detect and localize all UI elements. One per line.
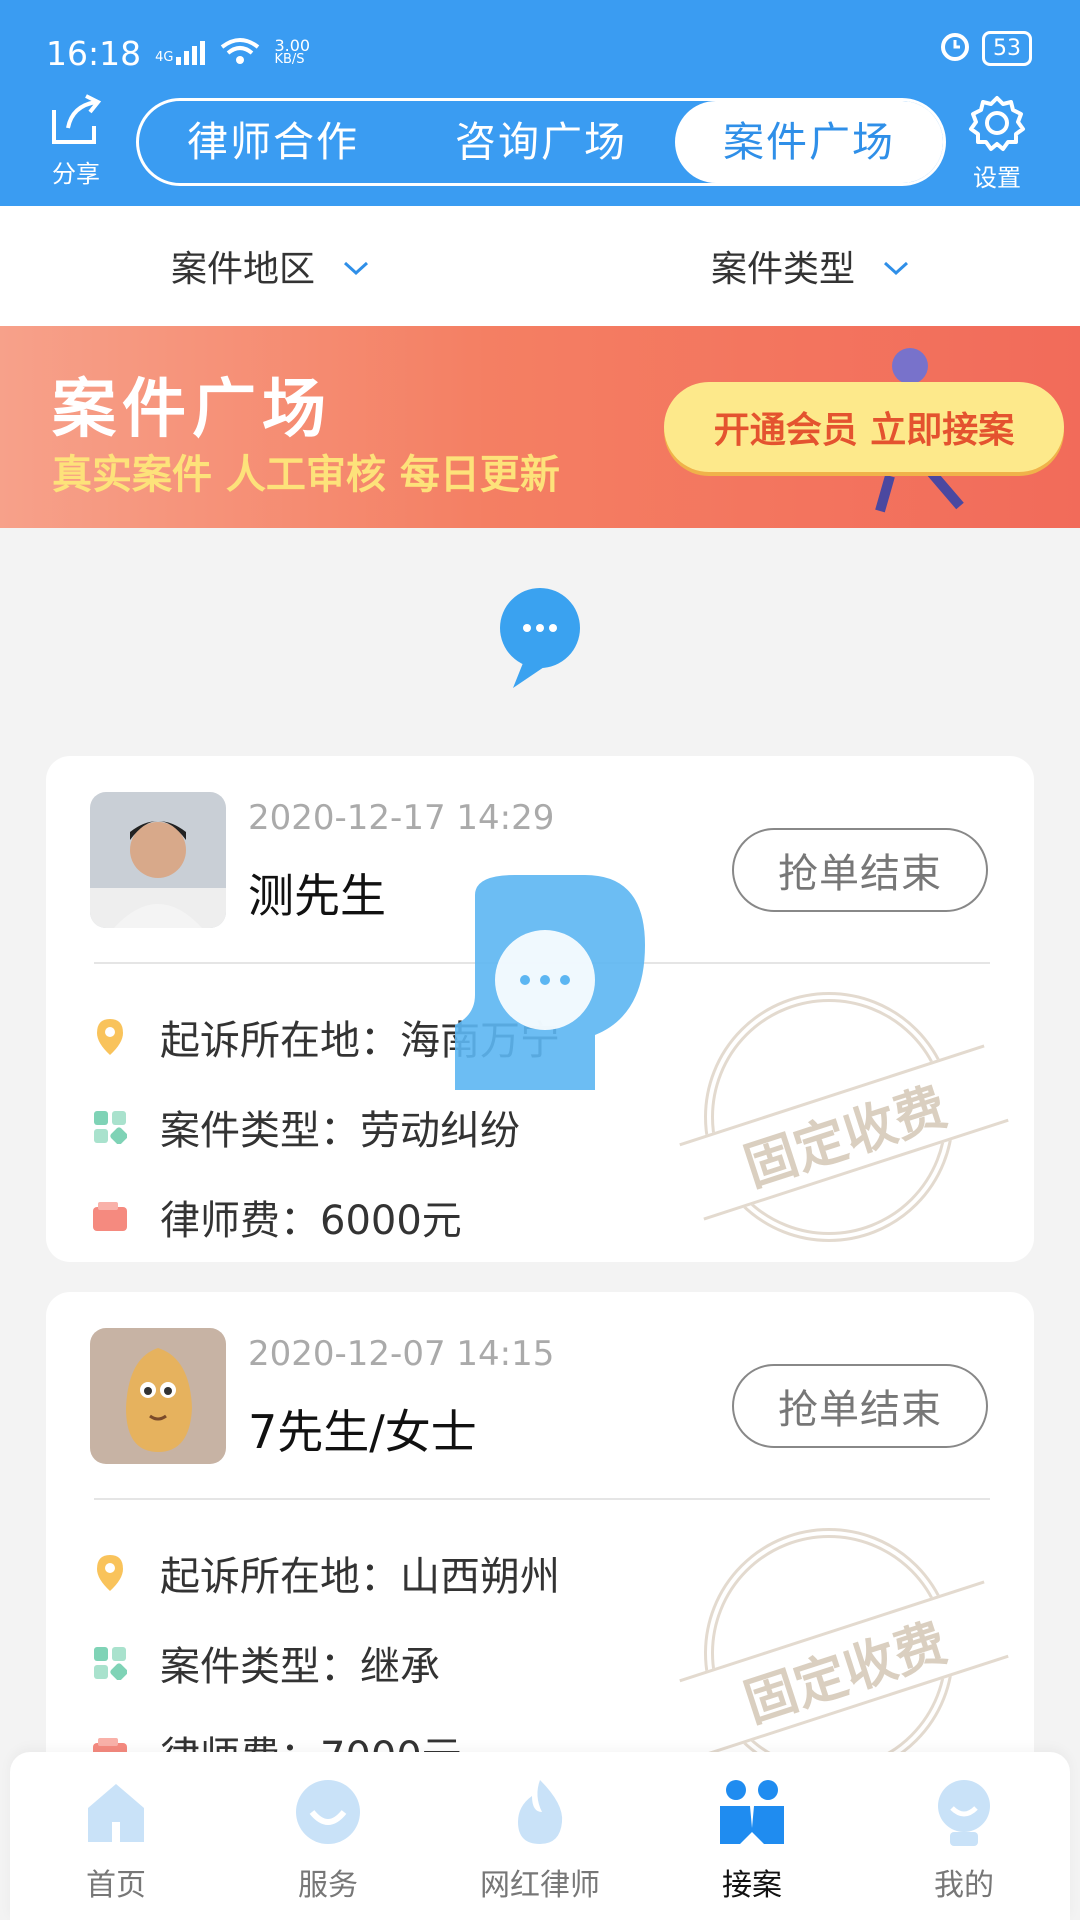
grab-ended-button[interactable]: 抢单结束	[732, 1364, 988, 1448]
stamp: 固定收费	[679, 1528, 1009, 1778]
wallet-icon	[90, 1197, 130, 1237]
status-bar-right: 53	[938, 28, 1032, 68]
loading-bubble-icon	[455, 875, 645, 1090]
grab-ended-button[interactable]: 抢单结束	[732, 828, 988, 912]
status-time: 16:18	[46, 33, 142, 73]
banner-title: 案件广场	[52, 373, 332, 447]
tab-consult-square[interactable]: 咨询广场	[407, 101, 675, 183]
user-icon	[938, 1780, 990, 1846]
filter-bar: 案件地区 案件类型	[0, 206, 1080, 326]
network-speed: 3.00 KB/S	[274, 36, 311, 67]
tab-home-label: 首页	[86, 1868, 146, 1903]
segment-control: 律师合作 咨询广场 案件广场	[136, 98, 946, 186]
chevron-down-icon	[343, 249, 369, 284]
avatar	[90, 1328, 226, 1464]
case-type: 案件类型：劳动纠纷	[160, 1108, 520, 1154]
tab-take-case[interactable]: 接案	[646, 1752, 858, 1920]
category-icon	[90, 1107, 130, 1147]
smile-icon	[296, 1780, 360, 1844]
tab-lawyer-cooperation[interactable]: 律师合作	[139, 101, 407, 183]
location-pin-icon	[90, 1553, 130, 1593]
settings-button[interactable]: 设置	[962, 94, 1032, 193]
app-header: 16:18 4G 3.00 KB/S 53 分享 律师合作 咨询广场 案件广场	[0, 0, 1080, 206]
signal-icon: 4G	[155, 41, 206, 65]
tab-case-square[interactable]: 案件广场	[675, 101, 943, 183]
tab-service[interactable]: 服务	[222, 1752, 434, 1920]
case-type-row: 案件类型：劳动纠纷	[90, 1098, 520, 1156]
case-fee-row: 律师费：6000元	[90, 1188, 462, 1246]
share-icon	[52, 94, 102, 144]
people-icon	[720, 1780, 784, 1844]
filter-region-label: 案件地区	[170, 249, 315, 290]
case-fee: 律师费：6000元	[160, 1198, 462, 1244]
case-date: 2020-12-07 14:15	[248, 1334, 555, 1374]
share-button[interactable]: 分享	[46, 92, 106, 189]
location-pin-icon	[90, 1017, 130, 1057]
share-label: 分享	[52, 160, 100, 188]
bottom-tab-bar: 首页 服务 网红律师 接案 我的	[10, 1752, 1070, 1920]
home-icon	[88, 1784, 144, 1842]
tab-mine[interactable]: 我的	[858, 1752, 1070, 1920]
filter-region[interactable]: 案件地区	[0, 206, 540, 326]
become-member-button[interactable]: 开通会员 立即接案	[664, 382, 1064, 472]
tab-influencer-lawyer[interactable]: 网红律师	[434, 1752, 646, 1920]
tab-home[interactable]: 首页	[10, 1752, 222, 1920]
stamp-text: 固定收费	[679, 1044, 1009, 1221]
stamp: 固定收费	[679, 992, 1009, 1242]
chat-bubble-icon	[500, 588, 580, 688]
gear-icon	[969, 96, 1025, 151]
divider	[94, 1498, 990, 1500]
alarm-icon	[938, 28, 972, 68]
banner-subtitle: 真实案件 人工审核 每日更新	[52, 452, 560, 498]
stamp-text: 固定收费	[679, 1580, 1009, 1757]
filter-type[interactable]: 案件类型	[540, 206, 1080, 326]
wifi-icon	[220, 34, 260, 73]
category-icon	[90, 1643, 130, 1683]
status-bar-left: 16:18 4G 3.00 KB/S	[46, 28, 310, 78]
case-date: 2020-12-17 14:29	[248, 798, 555, 838]
filter-type-label: 案件类型	[710, 249, 855, 290]
case-type-row: 案件类型：继承	[90, 1634, 440, 1692]
top-navigation: 分享 律师合作 咨询广场 案件广场 设置	[0, 92, 1080, 192]
case-location: 起诉所在地：山西朔州	[160, 1554, 560, 1600]
settings-label: 设置	[973, 164, 1021, 192]
battery-indicator: 53	[982, 30, 1032, 66]
tab-mine-label: 我的	[934, 1868, 994, 1903]
tab-take-case-label: 接案	[722, 1868, 782, 1903]
avatar	[90, 792, 226, 928]
client-name: 测先生	[248, 869, 386, 923]
case-type: 案件类型：继承	[160, 1644, 440, 1690]
chevron-down-icon	[883, 249, 909, 284]
tab-influencer-label: 网红律师	[480, 1868, 600, 1903]
client-name: 7先生/女士	[248, 1405, 477, 1459]
promo-banner[interactable]: 案件广场 真实案件 人工审核 每日更新 开通会员 立即接案	[0, 326, 1080, 528]
case-location-row: 起诉所在地：山西朔州	[90, 1544, 560, 1602]
flame-icon	[518, 1780, 563, 1844]
tab-service-label: 服务	[298, 1868, 358, 1903]
